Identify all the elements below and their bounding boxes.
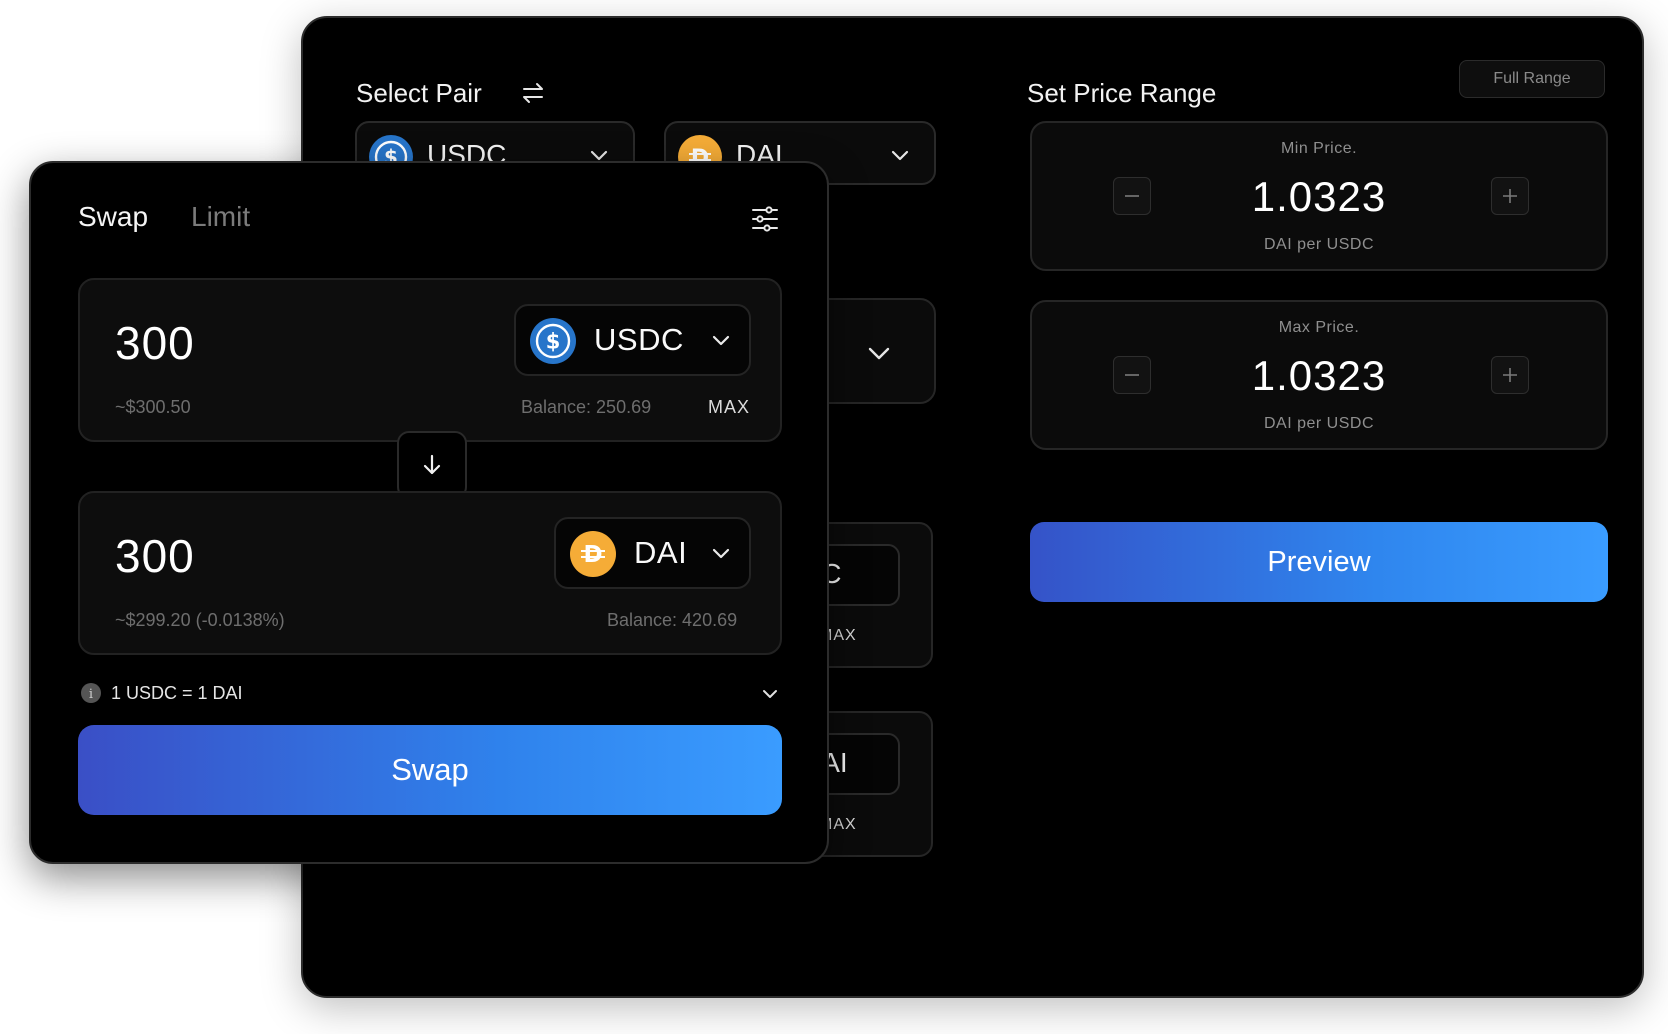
max-price-label: Max Price. [1278,319,1360,336]
swap-arrows-icon[interactable] [518,78,548,108]
from-balance: Balance: 250.69 [521,397,652,417]
swap-to-box: 300 D DAI ~$299.20 (-0.0138%) Balance: 4… [78,491,782,655]
to-token-label: DAI [634,535,688,570]
settings-sliders-icon[interactable] [749,203,781,235]
max-price-card: Max Price. 1.0323 DAI per USDC [1030,300,1608,450]
max-price-decrement-button[interactable] [1113,356,1151,394]
svg-text:$: $ [546,330,561,354]
min-price-label: Min Price. [1280,140,1358,157]
chevron-down-icon [888,143,912,167]
max-button[interactable]: MAX [708,397,750,418]
minus-icon [1125,374,1139,376]
plus-icon [1503,368,1517,382]
swap-from-box: 300 $ USDC ~$300.50 Balance: 250.69 MAX [78,278,782,442]
chevron-down-icon [709,541,733,565]
chevron-down-icon[interactable] [760,684,780,704]
exchange-rate-row[interactable]: i 1 USDC = 1 DAI [78,678,782,708]
dai-icon: D [570,531,616,577]
tab-swap[interactable]: Swap [78,201,148,233]
flip-direction-button[interactable] [397,431,467,499]
max-price-unit: DAI per USDC [1263,415,1375,432]
usdc-icon: $ [530,318,576,364]
min-price-unit: DAI per USDC [1263,236,1375,253]
full-range-button[interactable]: Full Range [1459,60,1605,98]
max-price-increment-button[interactable] [1491,356,1529,394]
set-price-range-title: Set Price Range [1027,78,1217,108]
exchange-rate-text: 1 USDC = 1 DAI [111,683,243,703]
swap-panel: Swap Limit 300 $ USDC ~$300.50 Balance: … [29,161,829,864]
to-token-select[interactable]: D DAI [554,517,751,589]
min-price-decrement-button[interactable] [1113,177,1151,215]
plus-icon [1503,189,1517,203]
to-usd-value: ~$299.20 (-0.0138%) [115,610,285,630]
minus-icon [1125,195,1139,197]
from-usd-value: ~$300.50 [115,397,191,417]
chevron-down-icon [709,328,733,352]
preview-button[interactable]: Preview [1030,522,1608,602]
min-price-increment-button[interactable] [1491,177,1529,215]
select-pair-title: Select Pair [356,78,482,108]
min-price-card: Min Price. 1.0323 DAI per USDC [1030,121,1608,271]
chevron-down-icon [864,338,894,368]
tab-limit[interactable]: Limit [191,201,250,233]
from-token-select[interactable]: $ USDC [514,304,751,376]
from-amount-input[interactable]: 300 [115,316,195,370]
from-token-label: USDC [594,322,684,357]
info-icon: i [80,682,102,704]
swap-button[interactable]: Swap [78,725,782,815]
to-amount-input[interactable]: 300 [115,529,195,583]
svg-text:D: D [583,542,602,568]
to-balance: Balance: 420.69 [607,610,738,630]
svg-text:i: i [89,687,93,702]
arrow-down-icon [423,454,441,475]
